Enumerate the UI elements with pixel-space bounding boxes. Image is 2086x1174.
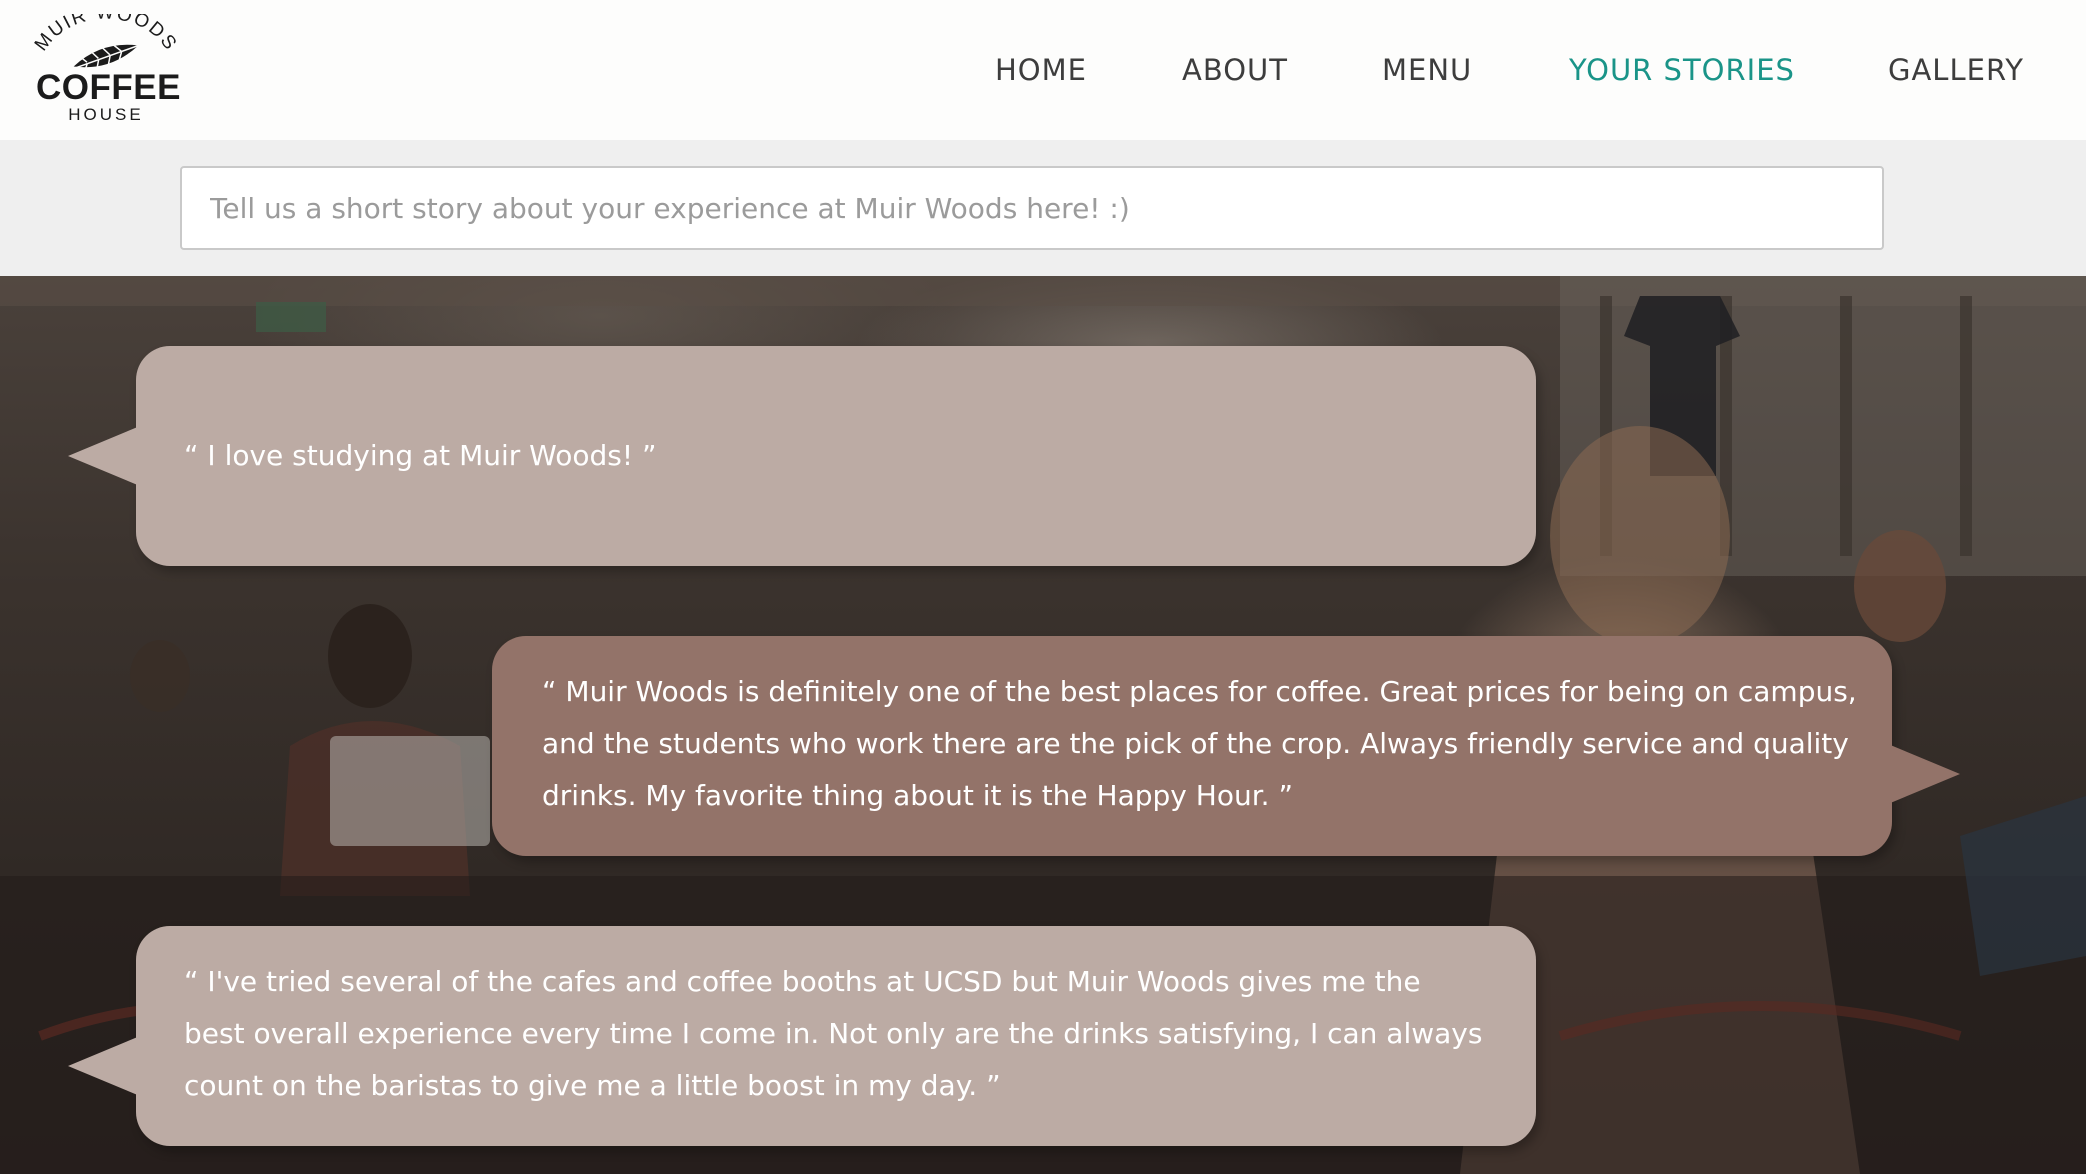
bubble-tail	[68, 1036, 140, 1096]
nav-your-stories[interactable]: YOUR STORIES	[1569, 50, 1795, 90]
site-header: MUIR WOODS COFFEE HOUSE HOME ABOUT MENU …	[0, 0, 2086, 140]
cafe-background-photo: “ I love studying at Muir Woods! ” “ Mui…	[0, 276, 2086, 1174]
logo-subtitle: HOUSE	[68, 105, 144, 124]
nav-menu[interactable]: MENU	[1382, 50, 1472, 90]
main-nav: HOME ABOUT MENU YOUR STORIES GALLERY	[0, 50, 2086, 90]
story-input-bar	[0, 140, 2086, 276]
nav-home[interactable]: HOME	[995, 50, 1087, 90]
nav-about[interactable]: ABOUT	[1182, 50, 1288, 90]
story-input[interactable]	[180, 166, 1884, 250]
bubble-tail	[1888, 744, 1960, 804]
nav-gallery[interactable]: GALLERY	[1888, 50, 2024, 90]
story-bubble-1: “ I love studying at Muir Woods! ”	[68, 346, 1536, 566]
story-text: “ I love studying at Muir Woods! ”	[184, 439, 657, 472]
bubble-tail	[68, 426, 140, 486]
story-text: “ I've tried several of the cafes and co…	[184, 965, 1483, 1102]
story-text: “ Muir Woods is definitely one of the be…	[542, 675, 1857, 812]
story-bubble-2: “ Muir Woods is definitely one of the be…	[492, 636, 1960, 856]
story-bubble-3: “ I've tried several of the cafes and co…	[68, 926, 1536, 1146]
